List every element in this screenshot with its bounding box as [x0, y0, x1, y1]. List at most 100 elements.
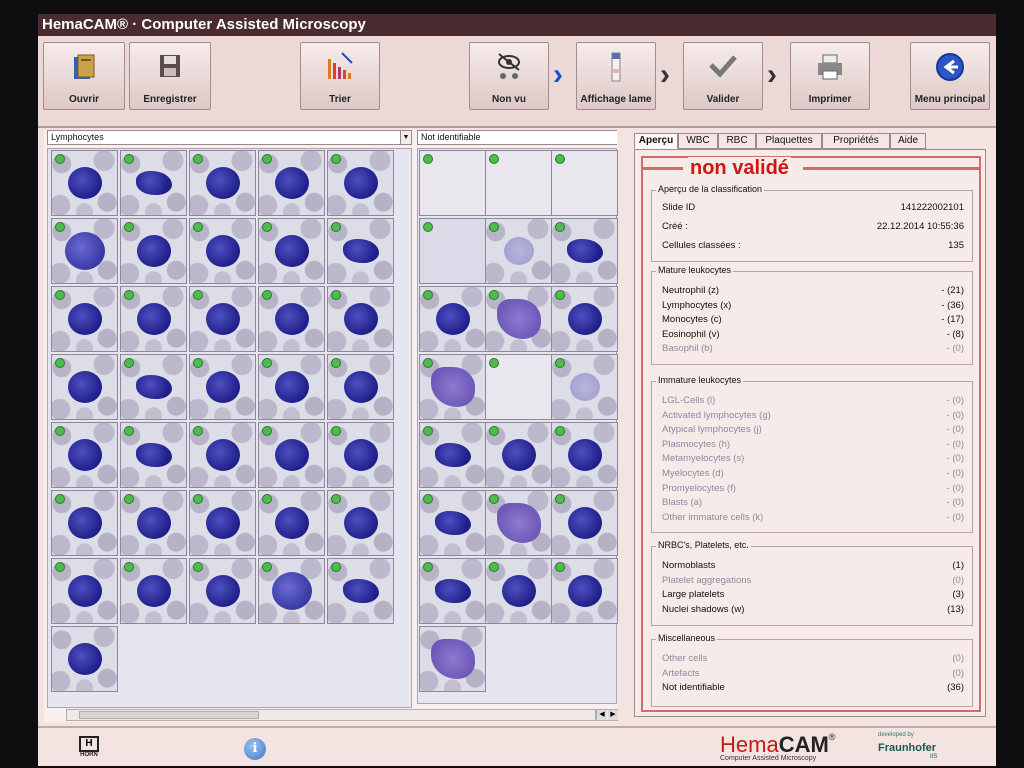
lymphocytes-dropdown[interactable]: Lymphocytes ▼ [47, 130, 412, 145]
main-menu-button[interactable]: Menu principal [910, 42, 990, 110]
classification-label: Not identifiable [662, 682, 725, 694]
open-button[interactable]: Ouvrir [43, 42, 125, 110]
scroll-left-icon[interactable]: ◀ [597, 710, 607, 720]
cell-nucleus [205, 371, 240, 403]
selected-dot-icon [489, 290, 499, 300]
cell-thumbnail[interactable] [551, 490, 618, 556]
cell-thumbnail[interactable] [419, 218, 486, 284]
tab-plaquettes[interactable]: Plaquettes [756, 133, 822, 149]
cell-thumbnail[interactable] [189, 558, 256, 624]
selected-dot-icon [193, 494, 203, 504]
cell-thumbnail[interactable] [419, 354, 486, 420]
cell-thumbnail[interactable] [120, 558, 187, 624]
tab-wbc[interactable]: WBC [678, 133, 718, 149]
cell-thumbnail[interactable] [258, 354, 325, 420]
cell-thumbnail[interactable] [189, 422, 256, 488]
cell-thumbnail[interactable] [327, 286, 394, 352]
classification-label: Blasts (a) [662, 497, 703, 509]
tab-proprietes[interactable]: Propriétés [822, 133, 890, 149]
cell-thumbnail[interactable] [551, 218, 618, 284]
cell-thumbnail[interactable] [327, 422, 394, 488]
cell-thumbnail[interactable] [419, 490, 486, 556]
selected-dot-icon [555, 290, 565, 300]
cell-thumbnail[interactable] [51, 354, 118, 420]
classification-count: - (0) [946, 468, 964, 479]
cell-thumbnail[interactable] [51, 490, 118, 556]
cell-thumbnail[interactable] [485, 490, 552, 556]
slide-view-button[interactable]: Affichage lame [576, 42, 656, 110]
cell-nucleus [567, 439, 602, 471]
cell-thumbnail[interactable] [51, 626, 118, 692]
classification-count: - (0) [946, 395, 964, 406]
sort-button[interactable]: Trier [300, 42, 380, 110]
cell-thumbnail[interactable] [189, 490, 256, 556]
print-button[interactable]: Imprimer [790, 42, 870, 110]
cell-nucleus [434, 443, 471, 467]
not-identifiable-dropdown[interactable]: Not identifiable [417, 130, 617, 145]
cell-thumbnail[interactable] [51, 286, 118, 352]
cell-thumbnail[interactable] [258, 422, 325, 488]
cell-thumbnail[interactable] [551, 286, 618, 352]
cell-thumbnail[interactable] [189, 150, 256, 216]
cell-thumbnail[interactable] [327, 218, 394, 284]
classification-row: Myelocytes (d) - (0) [662, 467, 964, 481]
cell-thumbnail[interactable] [258, 558, 325, 624]
cell-thumbnail[interactable] [120, 218, 187, 284]
cell-thumbnail[interactable] [120, 150, 187, 216]
cell-thumbnail[interactable] [258, 490, 325, 556]
selected-dot-icon [555, 154, 565, 164]
cell-thumbnail[interactable] [258, 218, 325, 284]
scroll-right-icon[interactable]: ▶ [608, 710, 618, 720]
cell-thumbnail[interactable] [327, 558, 394, 624]
selected-dot-icon [55, 222, 65, 232]
selected-dot-icon [124, 358, 134, 368]
dropdown-arrow-icon[interactable]: ▼ [400, 131, 411, 144]
cell-thumbnail[interactable] [258, 286, 325, 352]
cell-thumbnail[interactable] [327, 150, 394, 216]
cell-thumbnail[interactable] [419, 558, 486, 624]
cell-thumbnail[interactable] [485, 150, 552, 216]
cell-nucleus [496, 503, 541, 543]
cell-thumbnail[interactable] [51, 150, 118, 216]
cell-thumbnail[interactable] [189, 218, 256, 284]
cell-thumbnail[interactable] [485, 422, 552, 488]
cell-thumbnail[interactable] [120, 422, 187, 488]
cell-thumbnail[interactable] [485, 218, 552, 284]
cell-thumbnail[interactable] [419, 286, 486, 352]
cell-thumbnail[interactable] [551, 422, 618, 488]
cell-thumbnail[interactable] [327, 490, 394, 556]
horizontal-scrollbar[interactable] [66, 709, 596, 721]
scrollbar-thumb[interactable] [79, 711, 259, 719]
tab-apercu[interactable]: Aperçu [634, 133, 678, 149]
cell-thumbnail[interactable] [419, 150, 486, 216]
cell-nucleus [274, 235, 309, 267]
cell-thumbnail[interactable] [485, 354, 552, 420]
cell-thumbnail[interactable] [419, 422, 486, 488]
classification-label: Other immature cells (k) [662, 511, 764, 523]
cell-nucleus [567, 575, 602, 607]
cell-thumbnail[interactable] [120, 286, 187, 352]
cell-thumbnail[interactable] [258, 150, 325, 216]
cell-nucleus [274, 167, 309, 199]
save-button[interactable]: Enregistrer [129, 42, 211, 110]
tab-rbc[interactable]: RBC [718, 133, 756, 149]
cell-nucleus [271, 572, 312, 610]
validate-button[interactable]: Valider [683, 42, 763, 110]
cell-thumbnail[interactable] [51, 558, 118, 624]
cell-thumbnail[interactable] [327, 354, 394, 420]
info-icon[interactable]: i [244, 738, 266, 760]
cell-thumbnail[interactable] [551, 150, 618, 216]
cell-thumbnail[interactable] [551, 558, 618, 624]
cell-thumbnail[interactable] [485, 286, 552, 352]
cell-thumbnail[interactable] [120, 354, 187, 420]
cell-thumbnail[interactable] [189, 354, 256, 420]
cell-thumbnail[interactable] [419, 626, 486, 692]
cell-thumbnail[interactable] [551, 354, 618, 420]
cell-thumbnail[interactable] [485, 558, 552, 624]
cell-thumbnail[interactable] [120, 490, 187, 556]
cell-thumbnail[interactable] [189, 286, 256, 352]
not-seen-button[interactable]: Non vu [469, 42, 549, 110]
cell-thumbnail[interactable] [51, 422, 118, 488]
tab-aide[interactable]: Aide [890, 133, 926, 149]
cell-thumbnail[interactable] [51, 218, 118, 284]
